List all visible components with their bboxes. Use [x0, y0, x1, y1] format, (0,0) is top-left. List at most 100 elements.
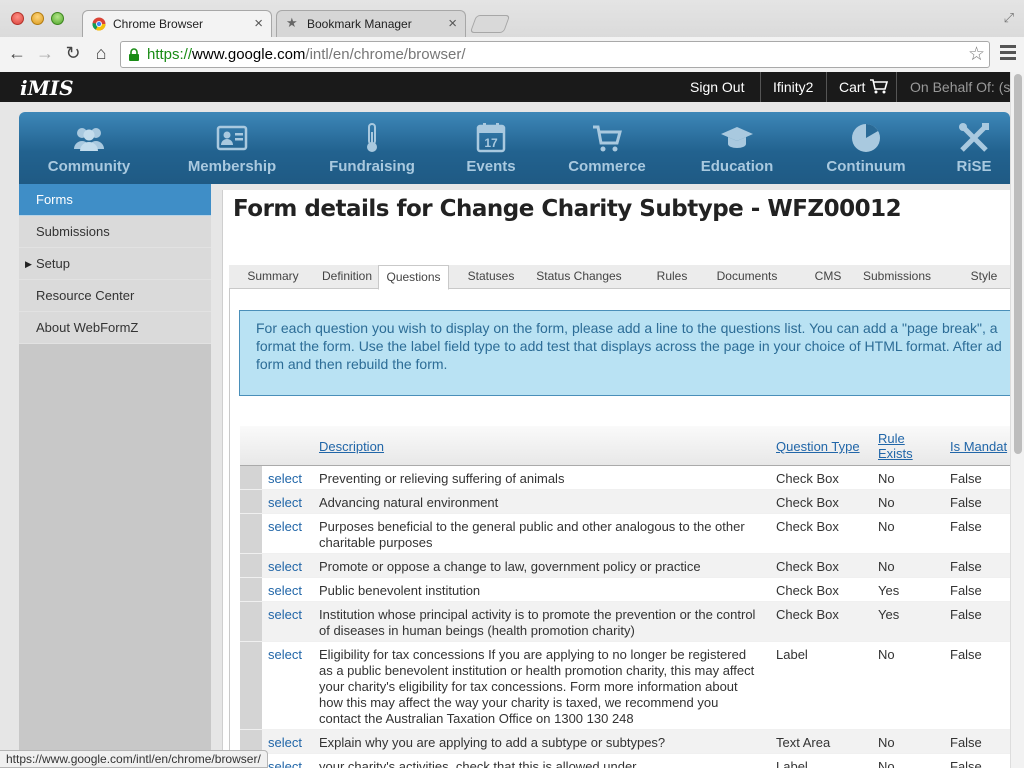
select-link[interactable]: select: [268, 607, 302, 623]
table-row: select Public benevolent institution Check…: [240, 578, 1010, 602]
tab-questions[interactable]: Questions: [378, 265, 449, 290]
description-cell: Explain why you are applying to add a su…: [319, 735, 759, 751]
nav-fundraising[interactable]: Fundraising: [322, 122, 422, 175]
cart-link[interactable]: Cart: [826, 72, 889, 102]
table-row: select Promote or oppose a change to law,…: [240, 554, 1010, 578]
url-scheme: https://: [147, 46, 193, 63]
select-link[interactable]: select: [268, 519, 302, 535]
table-row: select Explain why you are applying to ad…: [240, 730, 1010, 754]
url-path: /intl/en/chrome/browser/: [305, 46, 466, 63]
table-row: select Purposes beneficial to the general…: [240, 514, 1010, 554]
table-row: select Preventing or relieving suffering …: [240, 466, 1010, 490]
tab-title: Chrome Browser: [113, 17, 204, 31]
column-rule-exists[interactable]: Rule Exists: [878, 431, 913, 461]
column-description[interactable]: Description: [319, 439, 384, 454]
select-link[interactable]: select: [268, 759, 302, 768]
cart-icon: [870, 79, 889, 94]
info-line: form and then rebuild the form.: [256, 356, 448, 372]
imis-logo[interactable]: iMIS: [20, 76, 74, 100]
column-question-type[interactable]: Question Type: [776, 439, 860, 454]
nav-label: Membership: [187, 158, 277, 175]
fullscreen-icon[interactable]: ⤢: [1004, 10, 1014, 26]
home-icon[interactable]: ⌂: [90, 42, 112, 64]
close-window-button[interactable]: [11, 12, 24, 25]
question-type-cell: Label: [776, 647, 808, 662]
cart-icon: [593, 125, 622, 152]
back-icon[interactable]: ←: [6, 42, 28, 64]
scrollbar-thumb[interactable]: [1014, 74, 1022, 454]
is-mandatory-cell: False: [950, 583, 982, 598]
imis-top-bar: iMIS Sign Out Ifinity2 Cart On Behalf Of…: [0, 72, 1010, 102]
address-bar[interactable]: https://www.google.com/intl/en/chrome/br…: [120, 41, 990, 68]
tab-summary[interactable]: Summary: [239, 265, 307, 289]
tab-definition[interactable]: Definition: [313, 265, 381, 289]
tab-title: Bookmark Manager: [307, 17, 412, 31]
zoom-window-button[interactable]: [51, 12, 64, 25]
bookmark-star-icon[interactable]: ☆: [968, 42, 985, 67]
description-line: your charity's eligibility for tax conce…: [319, 679, 738, 694]
browser-chrome: Chrome Browser × ★ Bookmark Manager × ⤢ …: [0, 0, 1024, 72]
tab-documents[interactable]: Documents: [711, 265, 783, 289]
description-line: Eligibility for tax concessions If you a…: [319, 647, 747, 662]
new-tab-button[interactable]: [469, 15, 511, 33]
sidebar-item-setup[interactable]: ▶ Setup: [19, 248, 211, 280]
browser-menu-icon[interactable]: [1000, 45, 1016, 63]
column-is-mandatory[interactable]: Is Mandat: [950, 439, 1007, 454]
chrome-icon: [92, 17, 106, 31]
nav-rise[interactable]: RiSE: [949, 122, 999, 175]
forward-icon[interactable]: →: [34, 42, 56, 64]
description-line: Promote or oppose a change to law, gover…: [319, 559, 701, 574]
nav-continuum[interactable]: Continuum: [819, 122, 913, 175]
user-link[interactable]: Ifinity2: [760, 72, 813, 102]
select-link[interactable]: select: [268, 647, 302, 663]
select-link[interactable]: select: [268, 559, 302, 575]
question-type-cell: Check Box: [776, 559, 839, 574]
people-icon: [74, 128, 104, 151]
select-link[interactable]: select: [268, 583, 302, 599]
calendar-icon: 17: [476, 123, 506, 153]
tab-style[interactable]: Style: [964, 265, 1004, 289]
select-link[interactable]: select: [268, 471, 302, 487]
browser-tab-bookmarks[interactable]: ★ Bookmark Manager ×: [276, 10, 466, 37]
row-gutter: [240, 642, 262, 729]
minimize-window-button[interactable]: [31, 12, 44, 25]
nav-commerce[interactable]: Commerce: [562, 122, 652, 175]
nav-label: RiSE: [956, 158, 992, 175]
close-tab-icon[interactable]: ×: [254, 15, 263, 32]
sidebar-item-resource-center[interactable]: Resource Center: [19, 280, 211, 312]
on-behalf-of[interactable]: On Behalf Of: (s: [896, 72, 1010, 102]
sidebar-item-about-webformz[interactable]: About WebFormZ: [19, 312, 211, 344]
browser-tab-chrome[interactable]: Chrome Browser ×: [82, 10, 272, 37]
vertical-scrollbar[interactable]: [1010, 72, 1024, 768]
reload-icon[interactable]: ↻: [62, 42, 84, 64]
rule-exists-cell: No: [878, 495, 895, 510]
tab-cms[interactable]: CMS: [810, 265, 846, 289]
lock-icon: [129, 48, 139, 61]
sidebar-item-label: Resource Center: [36, 288, 135, 303]
question-type-cell: Check Box: [776, 519, 839, 534]
tools-icon: [959, 123, 989, 152]
table-row: select your charity's activities, check t…: [240, 754, 1010, 768]
rule-exists-cell: No: [878, 559, 895, 574]
sign-out-link[interactable]: Sign Out: [690, 72, 744, 102]
sidebar-item-forms[interactable]: Forms: [19, 184, 219, 216]
sidebar-item-submissions[interactable]: Submissions: [19, 216, 211, 248]
calendar-day: 17: [484, 136, 498, 150]
info-line: format the form. Use the label field typ…: [256, 338, 1002, 354]
nav-membership[interactable]: Membership: [182, 122, 282, 175]
select-link[interactable]: select: [268, 735, 302, 751]
nav-events[interactable]: 17 Events: [454, 122, 528, 175]
description-line: Preventing or relieving suffering of ani…: [319, 471, 565, 486]
expand-arrow-icon[interactable]: ▶: [25, 248, 32, 280]
nav-education[interactable]: Education: [692, 122, 782, 175]
tab-submissions[interactable]: Submissions: [859, 265, 935, 289]
close-tab-icon[interactable]: ×: [448, 15, 457, 32]
nav-community[interactable]: Community: [44, 122, 134, 175]
description-line: as a public benevolent institution or he…: [319, 663, 755, 678]
question-type-cell: Label: [776, 759, 808, 768]
tab-rules[interactable]: Rules: [649, 265, 695, 289]
select-link[interactable]: select: [268, 495, 302, 511]
tab-status-changes[interactable]: Status Changes: [531, 265, 627, 289]
tab-statuses[interactable]: Statuses: [459, 265, 523, 289]
question-type-cell: Text Area: [776, 735, 831, 750]
